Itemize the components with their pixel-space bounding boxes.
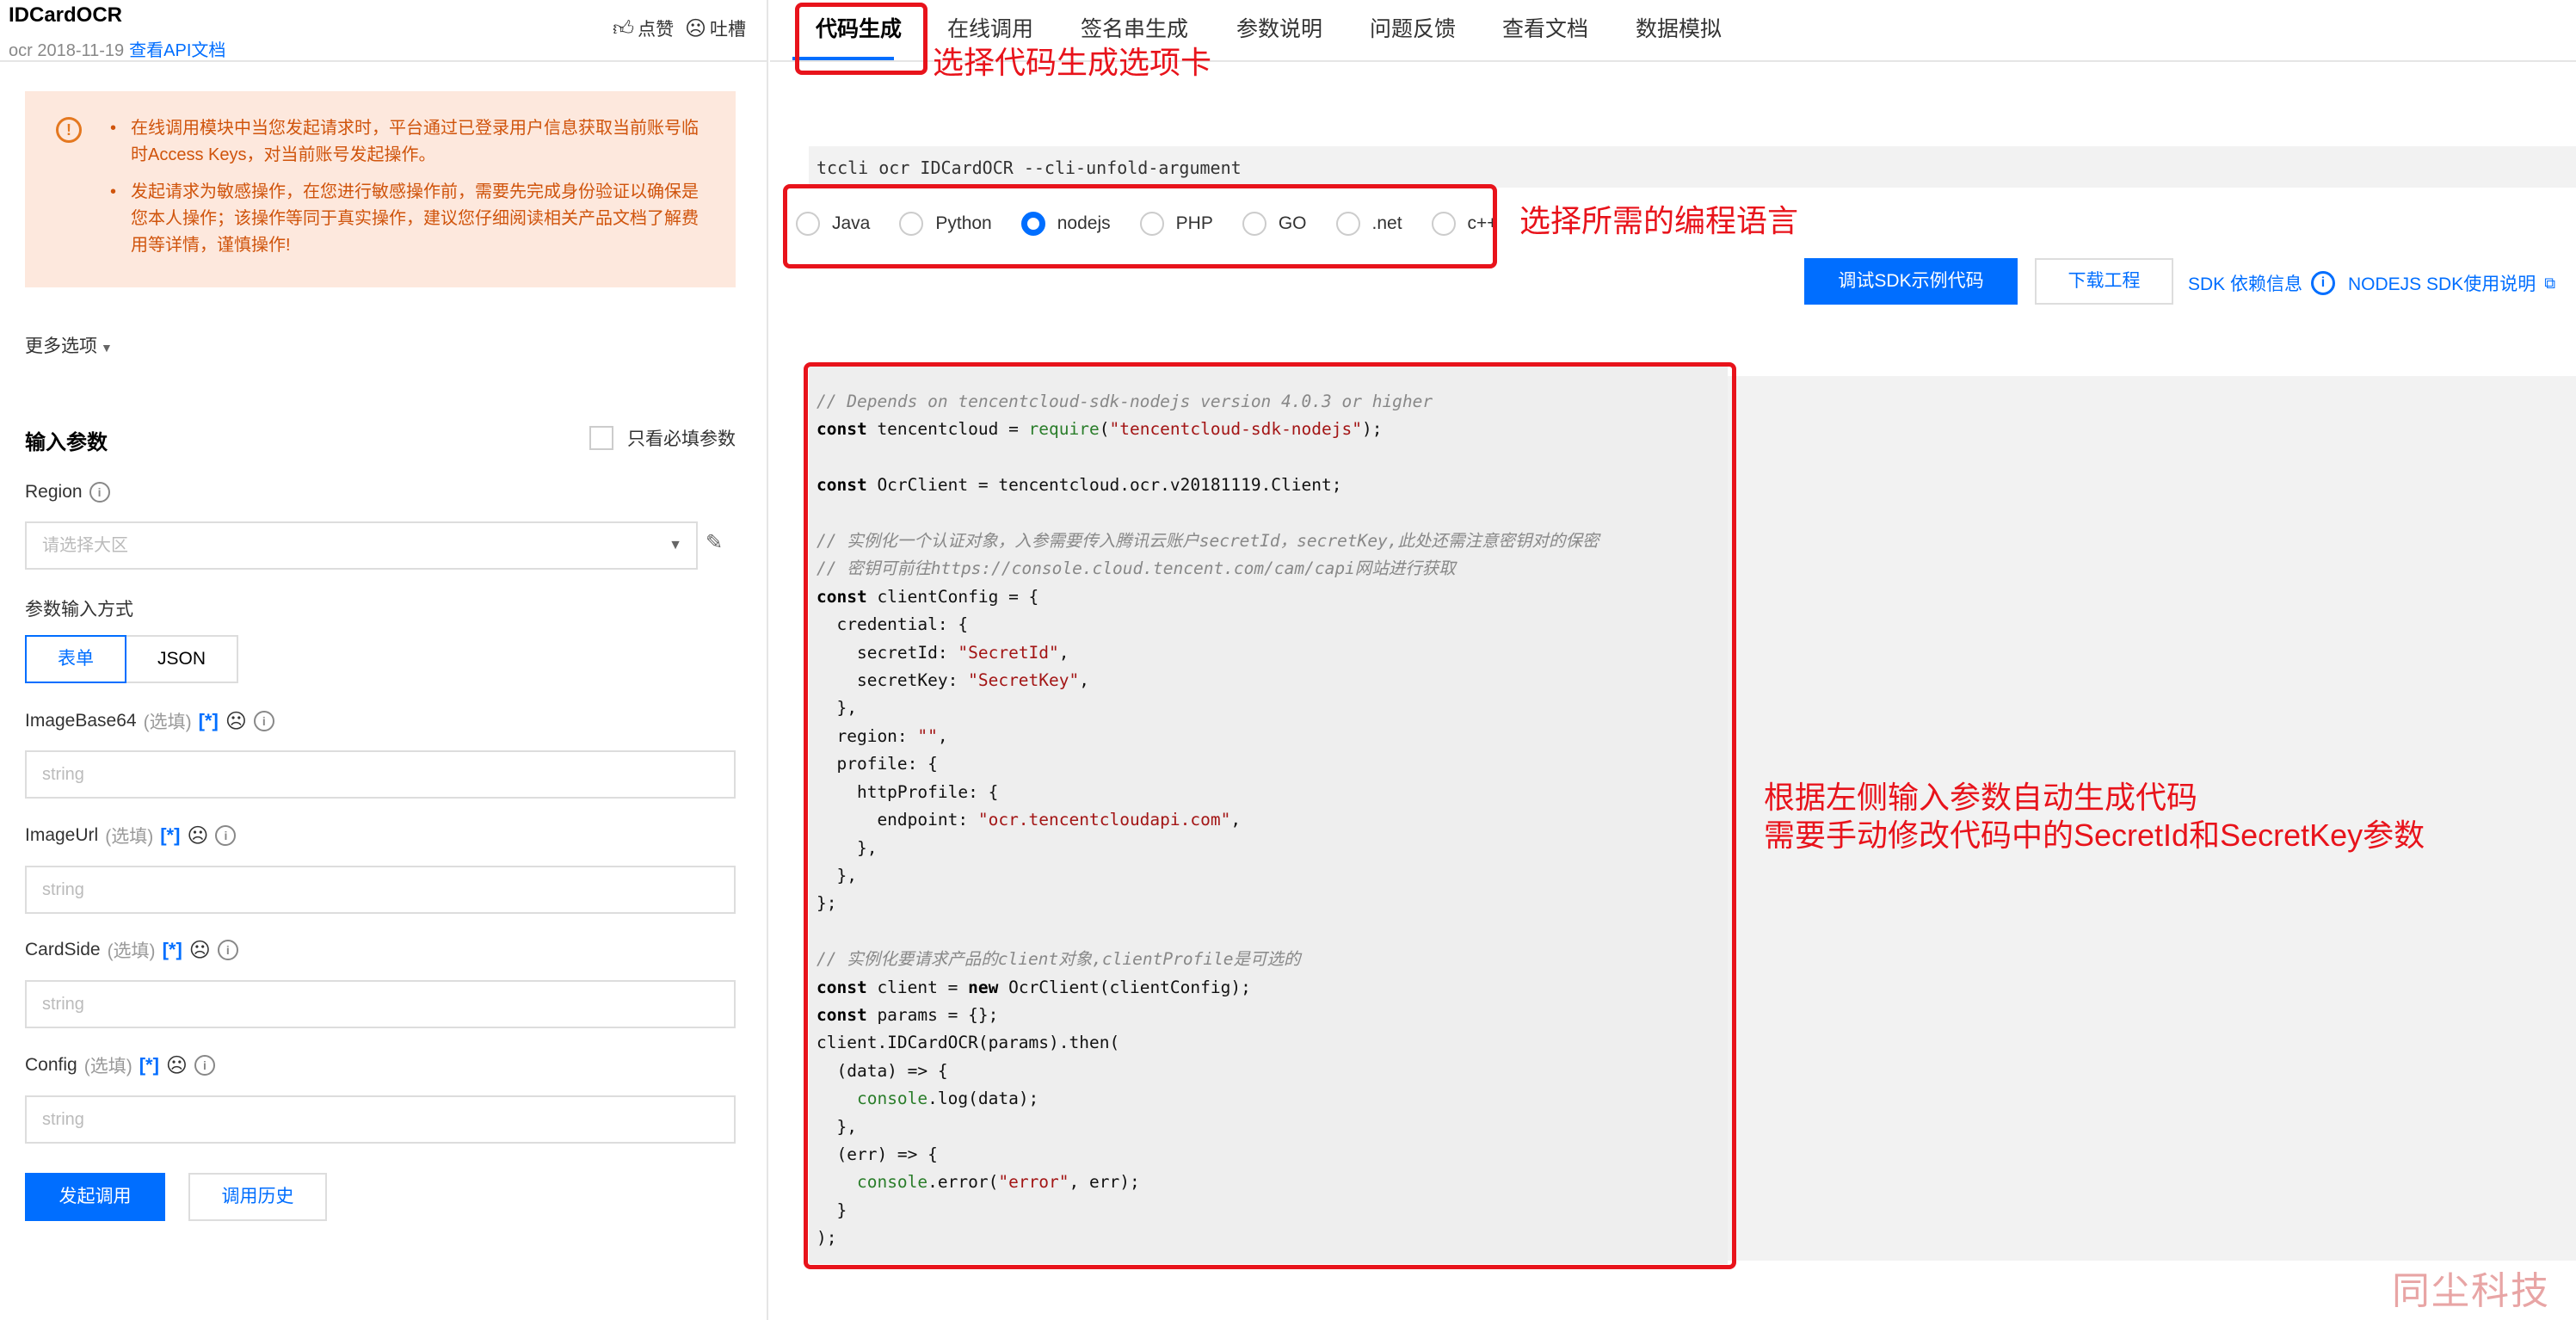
caret-down-icon: ▼: [101, 341, 113, 355]
annotation-box-language: [783, 184, 1497, 268]
frown-icon[interactable]: ☹: [166, 1053, 188, 1078]
annotation-code-note-1: 根据左侧输入参数自动生成代码: [1764, 780, 2198, 815]
sdk-deps-label: SDK 依赖信息: [2188, 274, 2303, 294]
annotation-box-tab: [795, 3, 927, 75]
annotation-lang-note: 选择所需的编程语言: [1519, 203, 1799, 238]
param-name: CardSide: [25, 940, 101, 959]
star-bracket-icon[interactable]: [*]: [139, 1054, 159, 1076]
warning-item: 在线调用模块中当您发起请求时，平台通过已登录用户信息获取当前账号临时Access…: [107, 115, 709, 169]
param-optional-tag: (选填): [107, 941, 156, 961]
input-params-title: 输入参数: [25, 431, 108, 454]
api-header: IDCardOCR ocr 2018-11-19 查看API文档 👍︎ 点赞 ☹ …: [0, 0, 767, 62]
tab-feedback[interactable]: 问题反馈: [1370, 12, 1456, 43]
region-label-row: Region i: [25, 482, 110, 503]
complain-label: 吐槽: [710, 20, 747, 40]
annotation-tab-note: 选择代码生成选项卡: [933, 45, 1212, 80]
history-button[interactable]: 调用历史: [188, 1173, 327, 1221]
left-panel: IDCardOCR ocr 2018-11-19 查看API文档 👍︎ 点赞 ☹ …: [0, 0, 768, 1320]
info-icon[interactable]: i: [215, 825, 237, 846]
region-select[interactable]: 请选择大区 ▼: [25, 521, 698, 570]
param-label-row: Config (选填) [*] ☹ i: [25, 1052, 215, 1078]
param-optional-tag: (选填): [105, 827, 154, 847]
info-icon[interactable]: i: [89, 482, 110, 503]
input-mode-label: 参数输入方式: [25, 600, 133, 620]
complain-button[interactable]: ☹ 吐槽: [685, 15, 746, 41]
param-label-row: CardSide (选填) [*] ☹ i: [25, 937, 238, 963]
region-label: Region: [25, 482, 83, 502]
input-mode-switch: 表单 JSON: [25, 635, 238, 683]
api-version: ocr 2018-11-19: [9, 41, 125, 60]
warning-icon: !: [56, 117, 82, 143]
thumbs-up-icon: 👍︎: [613, 16, 635, 40]
star-bracket-icon[interactable]: [*]: [160, 824, 180, 847]
tab-param-desc[interactable]: 参数说明: [1236, 12, 1322, 43]
caret-down-icon: ▼: [669, 538, 682, 552]
warning-item: 发起请求为敏感操作，在您进行敏感操作前，需要先完成身份验证以确保是您本人操作；该…: [107, 179, 709, 259]
param-name: ImageUrl: [25, 825, 99, 845]
param-input[interactable]: string: [25, 750, 736, 799]
only-required-label: 只看必填参数: [627, 429, 736, 449]
region-placeholder: 请选择大区: [42, 536, 128, 555]
param-input[interactable]: string: [25, 866, 736, 914]
param-name: Config: [25, 1055, 77, 1075]
star-bracket-icon[interactable]: [*]: [163, 939, 182, 961]
only-required-checkbox[interactable]: [589, 426, 613, 450]
param-input[interactable]: string: [25, 980, 736, 1028]
param-input[interactable]: string: [25, 1095, 736, 1144]
tab-signature[interactable]: 签名串生成: [1081, 12, 1188, 43]
annotation-box-code: [804, 362, 1736, 1269]
like-label: 点赞: [638, 20, 675, 40]
external-link-icon: ⧉: [2544, 274, 2556, 292]
tab-docs[interactable]: 查看文档: [1502, 12, 1588, 43]
param-optional-tag: (选填): [143, 712, 192, 732]
sdk-deps-link[interactable]: SDK 依赖信息 i: [2188, 270, 2336, 296]
annotation-code-note-2: 需要手动修改代码中的SecretId和SecretKey参数: [1764, 817, 2425, 853]
tab-data-mock[interactable]: 数据模拟: [1636, 12, 1722, 43]
input-mode-json-button[interactable]: JSON: [126, 635, 238, 683]
tab-online-call[interactable]: 在线调用: [947, 12, 1033, 43]
param-label-row: ImageUrl (选填) [*] ☹ i: [25, 823, 237, 848]
invoke-button[interactable]: 发起调用: [25, 1173, 165, 1221]
input-mode-form-button[interactable]: 表单: [25, 635, 126, 683]
more-options-toggle[interactable]: 更多选项 ▼: [25, 332, 113, 358]
download-project-button[interactable]: 下载工程: [2035, 258, 2173, 305]
info-icon[interactable]: i: [253, 711, 274, 731]
info-icon[interactable]: i: [217, 940, 238, 960]
sdk-usage-label: NODEJS SDK使用说明: [2348, 274, 2536, 294]
api-subtitle: ocr 2018-11-19 查看API文档: [9, 36, 225, 61]
frown-icon[interactable]: ☹: [225, 709, 247, 734]
frown-icon[interactable]: ☹: [187, 823, 208, 848]
warning-box: ! 在线调用模块中当您发起请求时，平台通过已登录用户信息获取当前账号临时Acce…: [25, 91, 736, 287]
param-label-row: ImageBase64 (选填) [*] ☹ i: [25, 708, 274, 734]
param-optional-tag: (选填): [83, 1057, 132, 1076]
star-bracket-icon[interactable]: [*]: [199, 710, 219, 732]
only-required-toggle[interactable]: 只看必填参数: [589, 425, 736, 451]
info-icon[interactable]: i: [194, 1055, 215, 1076]
cli-command: tccli ocr IDCardOCR --cli-unfold-argumen…: [809, 146, 2576, 188]
frown-icon[interactable]: ☹: [189, 938, 211, 963]
frown-icon: ☹: [685, 16, 707, 40]
like-button[interactable]: 👍︎ 点赞: [613, 15, 674, 41]
api-doc-link[interactable]: 查看API文档: [129, 41, 225, 60]
api-title: IDCardOCR: [9, 3, 123, 27]
sdk-usage-link[interactable]: NODEJS SDK使用说明 ⧉: [2348, 270, 2555, 296]
param-name: ImageBase64: [25, 711, 137, 731]
info-icon: i: [2311, 271, 2336, 295]
more-options-label: 更多选项: [25, 336, 97, 356]
debug-sdk-button[interactable]: 调试SDK示例代码: [1804, 258, 2018, 305]
watermark: 同尘科技: [2392, 1269, 2550, 1313]
pencil-icon[interactable]: ✎: [706, 530, 723, 555]
